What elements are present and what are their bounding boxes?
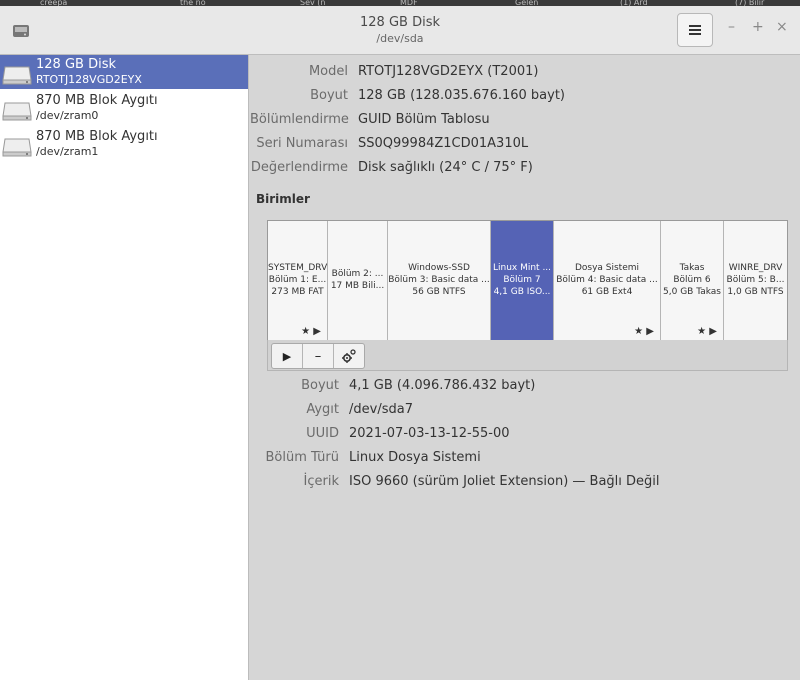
volume-partition: Bölüm 7 bbox=[503, 275, 541, 285]
delete-partition-button[interactable]: – bbox=[303, 344, 334, 368]
hard-disk-icon bbox=[2, 102, 32, 121]
minimize-button[interactable]: – bbox=[728, 19, 735, 35]
volume-marks: ★ ▶ bbox=[634, 326, 654, 337]
volume-partition: Bölüm 5: B... bbox=[726, 275, 785, 285]
info-label: Aygıt bbox=[306, 402, 339, 417]
volume-size: 61 GB Ext4 bbox=[581, 287, 633, 297]
volume-segment[interactable]: WINRE_DRV Bölüm 5: B... 1,0 GB NTFS bbox=[724, 221, 787, 341]
header-bar: 128 GB Disk /dev/sda – + × bbox=[0, 6, 800, 55]
device-path: /dev/zram1 bbox=[36, 145, 99, 158]
hard-disk-icon bbox=[2, 138, 32, 157]
mount-button[interactable]: ▶ bbox=[272, 344, 303, 368]
volume-size: 17 MB Bili... bbox=[330, 281, 385, 291]
volume-toolbar: ▶ – bbox=[267, 340, 788, 371]
volume-partition: Bölüm 3: Basic data ... bbox=[388, 275, 490, 285]
maximize-button[interactable]: + bbox=[752, 19, 764, 35]
info-label: Değerlendirme bbox=[250, 160, 348, 175]
sidebar-device-zram0[interactable]: 870 MB Blok Aygıtı /dev/zram0 bbox=[0, 91, 248, 125]
volume-size: 56 GB NTFS bbox=[412, 287, 466, 297]
device-name: 870 MB Blok Aygıtı bbox=[36, 129, 158, 144]
info-label: Model bbox=[308, 64, 348, 79]
info-label: Bölümlendirme bbox=[250, 112, 349, 127]
volume-size: 5,0 GB Takas bbox=[663, 287, 721, 297]
volume-label: SYSTEM_DRV bbox=[268, 263, 327, 273]
info-value: SS0Q99984Z1CD01A310L bbox=[358, 136, 529, 151]
volume-label: Dosya Sistemi bbox=[574, 263, 640, 273]
info-value: 128 GB (128.035.676.160 bayt) bbox=[358, 88, 566, 103]
device-path: /dev/zram0 bbox=[36, 109, 99, 122]
volume-label: Takas bbox=[679, 263, 705, 273]
volume-marks: ★ ▶ bbox=[301, 326, 321, 337]
partition-options-button[interactable] bbox=[334, 344, 364, 368]
window-title: 128 GB Disk bbox=[360, 15, 440, 30]
hamburger-icon bbox=[689, 25, 701, 35]
device-name: 128 GB Disk bbox=[36, 57, 116, 72]
volume-segment[interactable]: Windows-SSD Bölüm 3: Basic data ... 56 G… bbox=[388, 221, 491, 341]
disk-app-button[interactable] bbox=[8, 20, 34, 42]
hard-disk-icon bbox=[2, 66, 32, 85]
info-value: 4,1 GB (4.096.786.432 bayt) bbox=[349, 378, 536, 393]
device-path: RTOTJ128VGD2EYX bbox=[36, 73, 142, 86]
disk-icon bbox=[13, 25, 29, 37]
close-button[interactable]: × bbox=[776, 19, 788, 35]
volume-segment[interactable]: Dosya Sistemi Bölüm 4: Basic data ... 61… bbox=[554, 221, 661, 341]
window-subtitle: /dev/sda bbox=[376, 32, 424, 45]
volume-segment-selected[interactable]: Linux Mint ... Bölüm 7 4,1 GB ISO... bbox=[491, 221, 554, 341]
volumes-heading: Birimler bbox=[256, 192, 310, 206]
info-label: İçerik bbox=[303, 474, 339, 489]
volume-size: 273 MB FAT bbox=[271, 287, 324, 297]
play-icon: ▶ bbox=[282, 349, 292, 363]
info-value: 2021-07-03-13-12-55-00 bbox=[349, 426, 510, 441]
gears-icon bbox=[342, 349, 356, 363]
volume-partition: Bölüm 2: ... bbox=[331, 269, 384, 279]
info-label: UUID bbox=[306, 426, 339, 441]
volume-label: Windows-SSD bbox=[408, 263, 470, 273]
info-label: Boyut bbox=[301, 378, 339, 393]
volume-marks: ★ ▶ bbox=[697, 326, 717, 337]
minus-icon: – bbox=[314, 348, 322, 364]
volume-segment[interactable]: Takas Bölüm 6 5,0 GB Takas ★ ▶ bbox=[661, 221, 724, 341]
sidebar-device-sda[interactable]: 128 GB Disk RTOTJ128VGD2EYX bbox=[0, 55, 248, 89]
info-value: Disk sağlıklı (24° C / 75° F) bbox=[358, 160, 533, 175]
volume-segment[interactable]: SYSTEM_DRV Bölüm 1: E... 273 MB FAT ★ ▶ bbox=[268, 221, 328, 341]
info-value: Linux Dosya Sistemi bbox=[349, 450, 481, 465]
volume-toolbar-buttons: ▶ – bbox=[271, 343, 365, 369]
volume-partition: Bölüm 6 bbox=[673, 275, 711, 285]
device-sidebar: 128 GB Disk RTOTJ128VGD2EYX 870 MB Blok … bbox=[0, 55, 249, 680]
info-value: ISO 9660 (sürüm Joliet Extension) — Bağl… bbox=[349, 474, 660, 489]
volume-map: SYSTEM_DRV Bölüm 1: E... 273 MB FAT ★ ▶ … bbox=[267, 220, 788, 342]
info-label: Seri Numarası bbox=[256, 136, 348, 151]
menu-button[interactable] bbox=[677, 13, 713, 47]
volume-size: 1,0 GB NTFS bbox=[727, 287, 784, 297]
volume-size: 4,1 GB ISO... bbox=[493, 287, 551, 297]
info-value: /dev/sda7 bbox=[349, 402, 413, 417]
volume-partition: Bölüm 4: Basic data ... bbox=[556, 275, 658, 285]
info-label: Bölüm Türü bbox=[265, 450, 340, 465]
info-value: RTOTJ128VGD2EYX (T2001) bbox=[358, 64, 539, 79]
info-value: GUID Bölüm Tablosu bbox=[358, 112, 490, 127]
volume-label: WINRE_DRV bbox=[728, 263, 783, 273]
volume-label: Linux Mint ... bbox=[492, 263, 552, 273]
device-name: 870 MB Blok Aygıtı bbox=[36, 93, 158, 108]
sidebar-device-zram1[interactable]: 870 MB Blok Aygıtı /dev/zram1 bbox=[0, 127, 248, 161]
volume-partition: Bölüm 1: E... bbox=[268, 275, 327, 285]
volume-segment[interactable]: Bölüm 2: ... 17 MB Bili... bbox=[328, 221, 388, 341]
info-label: Boyut bbox=[310, 88, 348, 103]
